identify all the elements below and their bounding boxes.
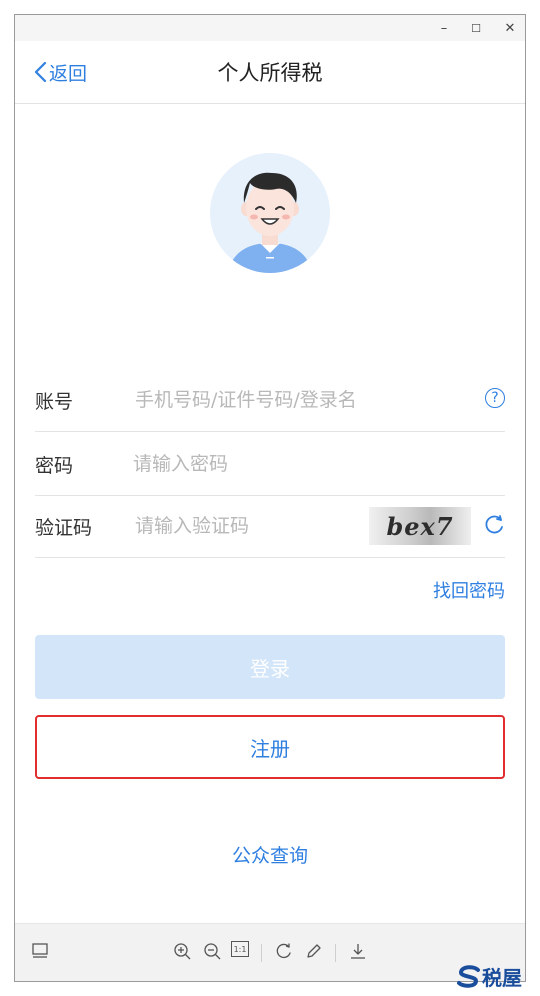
app-header: 返回 个人所得税 xyxy=(15,41,525,104)
actual-size-icon[interactable]: 1:1 xyxy=(231,941,249,957)
screen-icon[interactable] xyxy=(31,942,49,960)
watermark-text: 税屋 xyxy=(482,966,522,990)
public-query-section: 公众查询 xyxy=(15,841,525,868)
password-input[interactable] xyxy=(131,447,495,481)
close-button[interactable]: ✕ xyxy=(497,19,523,37)
rotate-icon[interactable] xyxy=(275,942,293,960)
minimize-button[interactable]: – xyxy=(431,19,457,37)
viewer-toolbar: 1:1 xyxy=(15,923,525,981)
download-icon[interactable] xyxy=(349,942,367,960)
edit-icon[interactable] xyxy=(305,942,323,960)
zoom-out-icon[interactable] xyxy=(203,942,221,960)
window-titlebar: – ☐ ✕ xyxy=(15,15,525,41)
captcha-label: 验证码 xyxy=(35,517,93,539)
captcha-row: 验证码 bex7 xyxy=(35,495,505,558)
account-label: 账号 xyxy=(35,391,74,413)
maximize-button[interactable]: ☐ xyxy=(463,19,489,37)
watermark-logo-icon xyxy=(457,964,480,988)
register-button[interactable]: 注册 xyxy=(35,715,505,779)
account-input[interactable] xyxy=(133,383,467,417)
captcha-image[interactable]: bex7 xyxy=(369,507,471,545)
help-icon[interactable]: ? xyxy=(485,388,505,408)
password-label: 密码 xyxy=(35,455,74,477)
app-window: – ☐ ✕ 返回 个人所得税 账号 手机号码/证件号码/登录名 ? 密码 验证码… xyxy=(14,14,526,982)
public-query-link[interactable]: 公众查询 xyxy=(232,845,308,867)
refresh-icon[interactable] xyxy=(483,514,505,536)
zoom-in-icon[interactable] xyxy=(173,942,191,960)
forgot-password-link[interactable]: 找回密码 xyxy=(433,577,505,603)
user-avatar-icon xyxy=(210,153,330,273)
watermark: 税屋 xyxy=(456,962,522,991)
login-button[interactable]: 登录 xyxy=(35,635,505,699)
account-row: 账号 ? xyxy=(35,369,505,432)
captcha-input[interactable] xyxy=(133,509,357,543)
page-title: 个人所得税 xyxy=(217,61,323,85)
toolbar-divider xyxy=(261,944,262,962)
toolbar-divider xyxy=(335,944,336,962)
password-row: 密码 xyxy=(35,433,505,496)
